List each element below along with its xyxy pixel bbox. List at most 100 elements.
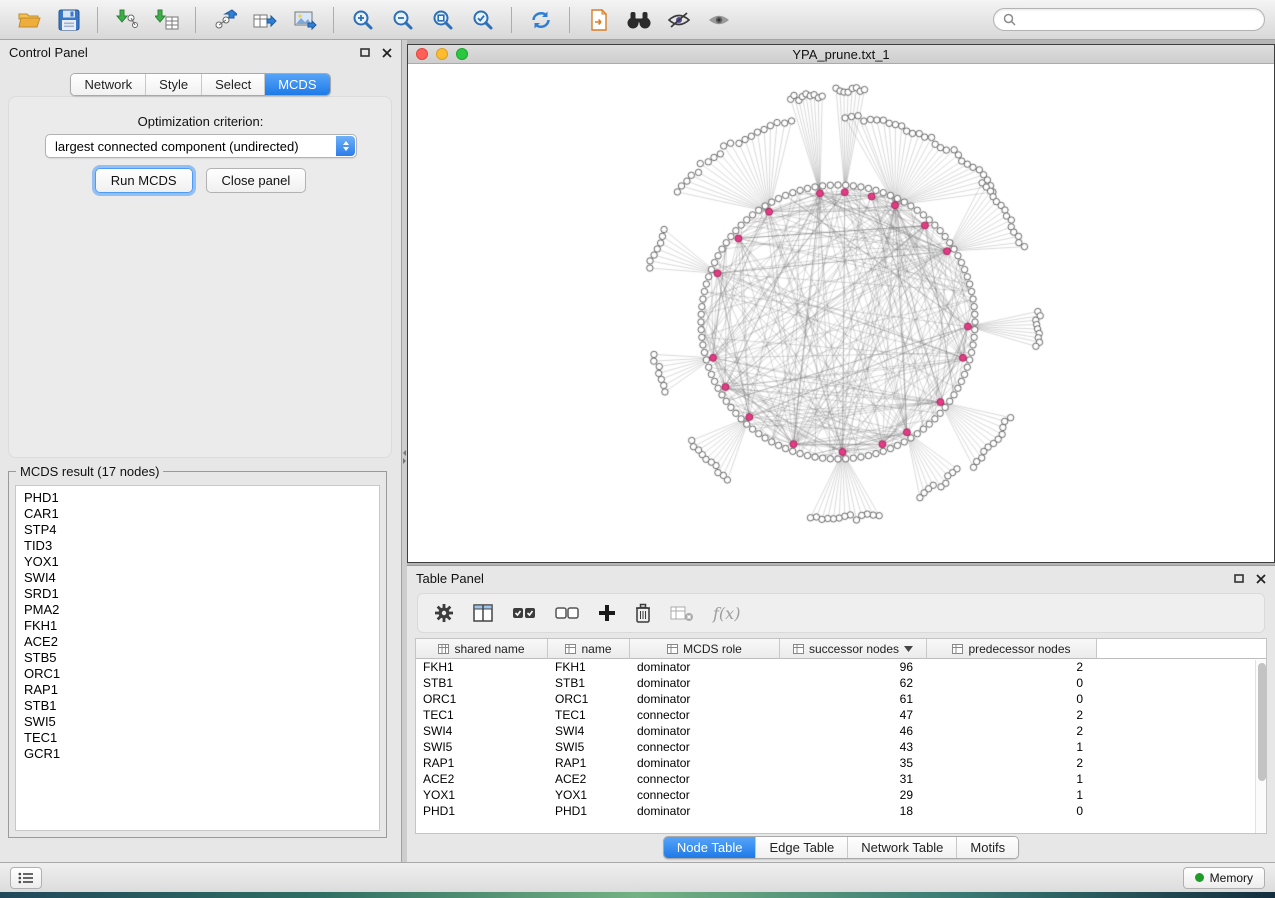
column-type-icon xyxy=(793,644,804,654)
table-cell: SWI4 xyxy=(416,724,548,738)
import-network-button[interactable] xyxy=(108,4,145,36)
save-button[interactable] xyxy=(50,4,87,36)
mcds-result-item[interactable]: STB5 xyxy=(24,650,371,666)
table-settings-button[interactable] xyxy=(434,603,454,623)
open-in-browser-button[interactable] xyxy=(580,4,617,36)
optimization-dropdown[interactable]: largest connected component (undirected) xyxy=(45,134,357,158)
mcds-result-item[interactable]: STB1 xyxy=(24,698,371,714)
search-icon xyxy=(1003,13,1016,26)
table-cell: 0 xyxy=(927,692,1097,706)
mcds-result-item[interactable]: STP4 xyxy=(24,522,371,538)
refresh-button[interactable] xyxy=(522,4,559,36)
select-all-icon xyxy=(512,604,536,622)
tab-node-table[interactable]: Node Table xyxy=(664,837,756,858)
clear-table-button[interactable] xyxy=(670,604,694,622)
table-cell: 0 xyxy=(927,804,1097,818)
export-network-button[interactable] xyxy=(206,4,243,36)
status-menu-button[interactable] xyxy=(10,867,42,889)
window-close-icon[interactable] xyxy=(416,48,428,60)
column-header-predecessor-nodes[interactable]: predecessor nodes xyxy=(927,639,1097,659)
tab-style[interactable]: Style xyxy=(145,74,201,95)
search-network-button[interactable] xyxy=(620,4,657,36)
table-row[interactable]: FKH1FKH1dominator962 xyxy=(416,659,1266,675)
mcds-result-item[interactable]: PMA2 xyxy=(24,602,371,618)
table-cell: 18 xyxy=(780,804,927,818)
table-cell: 0 xyxy=(927,676,1097,690)
zoom-fit-button[interactable] xyxy=(424,4,461,36)
network-canvas[interactable] xyxy=(408,64,1274,562)
zoom-out-icon xyxy=(392,9,414,31)
column-header-mcds-role[interactable]: MCDS role xyxy=(630,639,780,659)
zoom-selected-icon xyxy=(472,9,494,31)
add-column-button[interactable] xyxy=(598,604,616,622)
run-mcds-button[interactable]: Run MCDS xyxy=(95,168,193,193)
mcds-result-item[interactable]: TID3 xyxy=(24,538,371,554)
export-image-button[interactable] xyxy=(286,4,323,36)
column-header-shared-name[interactable]: shared name xyxy=(416,639,548,659)
mcds-result-item[interactable]: SWI4 xyxy=(24,570,371,586)
float-panel-icon[interactable] xyxy=(360,48,370,57)
close-mcds-panel-button[interactable]: Close panel xyxy=(206,168,307,193)
export-image-icon xyxy=(293,9,317,31)
table-row[interactable]: ACE2ACE2connector311 xyxy=(416,771,1266,787)
toolbar-separator xyxy=(511,7,512,33)
columns-icon xyxy=(473,604,493,622)
mcds-result-item[interactable]: RAP1 xyxy=(24,682,371,698)
import-table-button[interactable] xyxy=(148,4,185,36)
zoom-in-button[interactable] xyxy=(344,4,381,36)
window-minimize-icon[interactable] xyxy=(436,48,448,60)
window-maximize-icon[interactable] xyxy=(456,48,468,60)
zoom-selected-button[interactable] xyxy=(464,4,501,36)
table-row[interactable]: STB1STB1dominator620 xyxy=(416,675,1266,691)
mcds-result-item[interactable]: TEC1 xyxy=(24,730,371,746)
tab-edge-table[interactable]: Edge Table xyxy=(755,837,847,858)
close-panel-icon[interactable] xyxy=(382,48,392,58)
mcds-result-item[interactable]: ORC1 xyxy=(24,666,371,682)
table-row[interactable]: RAP1RAP1dominator352 xyxy=(416,755,1266,771)
show-graphics-button[interactable] xyxy=(700,4,737,36)
column-header-name[interactable]: name xyxy=(548,639,630,659)
tab-motifs[interactable]: Motifs xyxy=(956,837,1018,858)
table-row[interactable]: ORC1ORC1dominator610 xyxy=(416,691,1266,707)
export-table-button[interactable] xyxy=(246,4,283,36)
search-box[interactable] xyxy=(993,8,1265,31)
table-cell: 29 xyxy=(780,788,927,802)
mcds-result-item[interactable]: PHD1 xyxy=(24,490,371,506)
table-scrollbar[interactable] xyxy=(1255,660,1266,833)
tab-network[interactable]: Network xyxy=(71,74,145,95)
column-header-successor-nodes[interactable]: successor nodes xyxy=(780,639,927,659)
table-tabs: Node Table Edge Table Network Table Moti… xyxy=(407,836,1275,859)
table-row[interactable]: SWI4SWI4dominator462 xyxy=(416,723,1266,739)
function-builder-button[interactable]: f(x) xyxy=(713,604,740,623)
float-table-panel-icon[interactable] xyxy=(1234,574,1244,583)
table-row[interactable]: PHD1PHD1dominator180 xyxy=(416,803,1266,819)
show-columns-button[interactable] xyxy=(473,604,493,622)
mcds-result-item[interactable]: SRD1 xyxy=(24,586,371,602)
mcds-result-item[interactable]: SWI5 xyxy=(24,714,371,730)
memory-button[interactable]: Memory xyxy=(1183,867,1265,889)
tab-mcds[interactable]: MCDS xyxy=(264,74,329,95)
table-row[interactable]: SWI5SWI5connector431 xyxy=(416,739,1266,755)
table-cell: ACE2 xyxy=(548,772,630,786)
search-input[interactable] xyxy=(1022,13,1255,27)
mcds-result-item[interactable]: FKH1 xyxy=(24,618,371,634)
mcds-result-item[interactable]: YOX1 xyxy=(24,554,371,570)
select-all-button[interactable] xyxy=(512,604,536,622)
mcds-result-item[interactable]: ACE2 xyxy=(24,634,371,650)
close-table-panel-icon[interactable] xyxy=(1256,574,1266,584)
table-scrollbar-thumb[interactable] xyxy=(1258,663,1266,781)
mcds-result-item[interactable]: GCR1 xyxy=(24,746,371,762)
deselect-all-button[interactable] xyxy=(555,604,579,622)
table-row[interactable]: TEC1TEC1connector472 xyxy=(416,707,1266,723)
zoom-out-button[interactable] xyxy=(384,4,421,36)
mcds-result-list[interactable]: PHD1CAR1STP4TID3YOX1SWI4SRD1PMA2FKH1ACE2… xyxy=(15,485,380,831)
table-cell: 1 xyxy=(927,788,1097,802)
table-cell: ORC1 xyxy=(416,692,548,706)
hide-graphics-button[interactable] xyxy=(660,4,697,36)
delete-column-button[interactable] xyxy=(635,603,651,623)
tab-network-table[interactable]: Network Table xyxy=(847,837,956,858)
mcds-result-item[interactable]: CAR1 xyxy=(24,506,371,522)
open-file-button[interactable] xyxy=(10,4,47,36)
table-row[interactable]: YOX1YOX1connector291 xyxy=(416,787,1266,803)
tab-select[interactable]: Select xyxy=(201,74,264,95)
